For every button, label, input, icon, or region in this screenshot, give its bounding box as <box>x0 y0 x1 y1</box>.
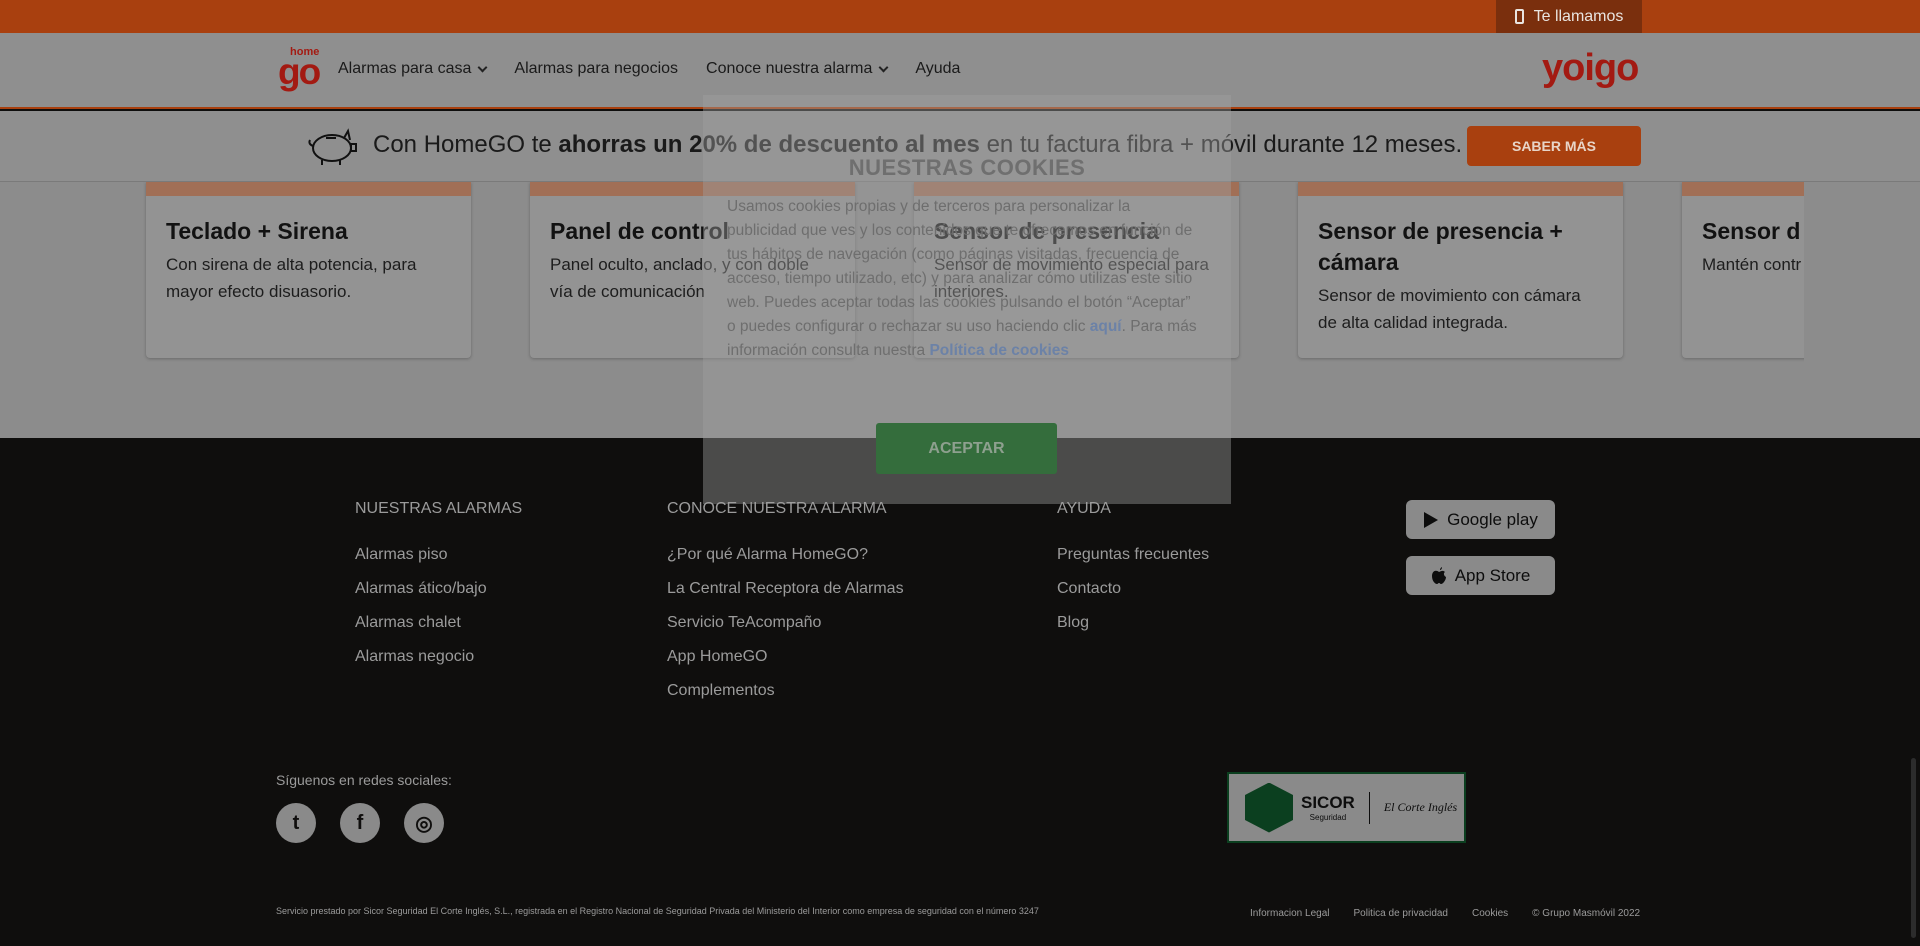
legal-info-link[interactable]: Informacion Legal <box>1250 908 1330 919</box>
footer-link[interactable]: Preguntas frecuentes <box>1057 538 1209 572</box>
cookie-text: Usamos cookies propias y de terceros par… <box>727 198 1193 335</box>
apple-icon <box>1431 566 1446 584</box>
product-description: Sensor de movimiento con cámara de alta … <box>1318 286 1581 332</box>
product-title: Teclado + Sirena <box>166 218 348 244</box>
footer-link[interactable]: Blog <box>1057 606 1209 640</box>
footer-link[interactable]: Alarmas chalet <box>355 606 522 640</box>
social-label: Síguenos en redes sociales: <box>276 772 452 788</box>
phone-icon <box>1514 9 1524 24</box>
call-me-label: Te llamamos <box>1533 7 1624 25</box>
nav-item-conoce-alarma[interactable]: Conoce nuestra alarma <box>706 60 889 78</box>
logo-separator <box>1368 791 1370 824</box>
nav-item-alarmas-casa[interactable]: Alarmas para casa <box>338 60 488 78</box>
legal-notice: Servicio prestado por Sicor Seguridad El… <box>276 906 1039 916</box>
saber-mas-button[interactable]: SABER MÁS <box>1467 126 1641 166</box>
footer-link[interactable]: La Central Receptora de Alarmas <box>667 572 904 606</box>
footer-column-conoce: CONOCE NUESTRA ALARMA ¿Por qué Alarma Ho… <box>667 500 904 708</box>
sicor-logo: SICOR Seguridad El Corte Inglés <box>1227 772 1466 843</box>
promo-text-start: Con HomeGO te <box>373 131 559 158</box>
yoigo-logo[interactable]: yoigo <box>1542 47 1639 90</box>
twitter-icon[interactable]: t <box>276 803 316 843</box>
accept-cookies-button[interactable]: ACEPTAR <box>876 423 1057 474</box>
homego-logo[interactable]: home go <box>278 46 322 92</box>
nav-item-ayuda[interactable]: Ayuda <box>915 60 960 78</box>
logo-big-text: go <box>278 51 321 92</box>
product-description: Con sirena de alta potencia, para mayor … <box>166 255 417 301</box>
cookie-dialog: NUESTRAS COOKIES Usamos cookies propias … <box>703 95 1231 504</box>
facebook-icon[interactable]: f <box>340 803 380 843</box>
footer-column-ayuda: AYUDA Preguntas frecuentes Contacto Blog <box>1057 500 1209 640</box>
footer-link[interactable]: Contacto <box>1057 572 1209 606</box>
carousel-edge <box>1804 182 1920 438</box>
footer-link[interactable]: ¿Por qué Alarma HomeGO? <box>667 538 904 572</box>
chevron-down-icon <box>878 62 889 72</box>
eci-logo: El Corte Inglés <box>1383 800 1458 814</box>
main-nav: Alarmas para casa Alarmas para negocios … <box>338 60 960 78</box>
app-store-button[interactable]: App Store <box>1406 556 1555 595</box>
piggy-bank-icon <box>308 128 357 165</box>
cookie-policy-link[interactable]: Política de cookies <box>929 342 1069 359</box>
google-play-icon <box>1424 511 1439 528</box>
nav-label: Conoce nuestra alarma <box>706 60 873 77</box>
footer-link[interactable]: App HomeGO <box>667 640 904 674</box>
footer-column-title: NUESTRAS ALARMAS <box>355 500 523 517</box>
chevron-down-icon <box>477 62 488 72</box>
sicor-sub: Seguridad <box>1309 813 1347 822</box>
footer-link[interactable]: Servicio TeAcompaño <box>667 606 904 640</box>
google-play-label: Google play <box>1447 509 1538 529</box>
cookie-body: Usamos cookies propias y de terceros par… <box>727 195 1197 363</box>
page-scrollbar[interactable] <box>1911 758 1916 938</box>
footer-link[interactable]: Alarmas ático/bajo <box>355 572 522 606</box>
bottom-links: Informacion Legal Politica de privacidad… <box>1250 908 1640 919</box>
footer: NUESTRAS ALARMAS Alarmas piso Alarmas át… <box>0 438 1920 946</box>
cookies-link[interactable]: Cookies <box>1472 908 1508 919</box>
cookie-title: NUESTRAS COOKIES <box>848 155 1086 180</box>
footer-column-alarmas: NUESTRAS ALARMAS Alarmas piso Alarmas át… <box>355 500 522 674</box>
google-play-button[interactable]: Google play <box>1406 500 1555 539</box>
product-title: Sensor de presencia + cámara <box>1318 218 1563 275</box>
sicor-mark-icon <box>1245 782 1293 833</box>
product-card[interactable]: Sensor de presencia + cámara Sensor de m… <box>1298 182 1623 358</box>
app-store-label: App Store <box>1454 565 1531 585</box>
call-me-button[interactable]: Te llamamos <box>1496 0 1642 33</box>
footer-link[interactable]: Alarmas negocio <box>355 640 522 674</box>
privacy-policy-link[interactable]: Politica de privacidad <box>1354 908 1449 919</box>
nav-label: Alarmas para casa <box>338 60 472 77</box>
sicor-name: SICOR <box>1301 793 1355 812</box>
cookie-config-link[interactable]: aquí <box>1090 318 1122 335</box>
copyright: © Grupo Masmóvil 2022 <box>1532 908 1641 919</box>
product-card[interactable]: Teclado + Sirena Con sirena de alta pote… <box>146 182 471 358</box>
footer-link[interactable]: Complementos <box>667 674 904 708</box>
nav-label: Ayuda <box>915 60 961 77</box>
instagram-icon[interactable]: ◎ <box>404 803 444 843</box>
top-bar: Te llamamos <box>0 0 1920 33</box>
footer-link[interactable]: Alarmas piso <box>355 538 522 572</box>
nav-label: Alarmas para negocios <box>514 60 679 77</box>
nav-item-alarmas-negocios[interactable]: Alarmas para negocios <box>514 60 678 78</box>
